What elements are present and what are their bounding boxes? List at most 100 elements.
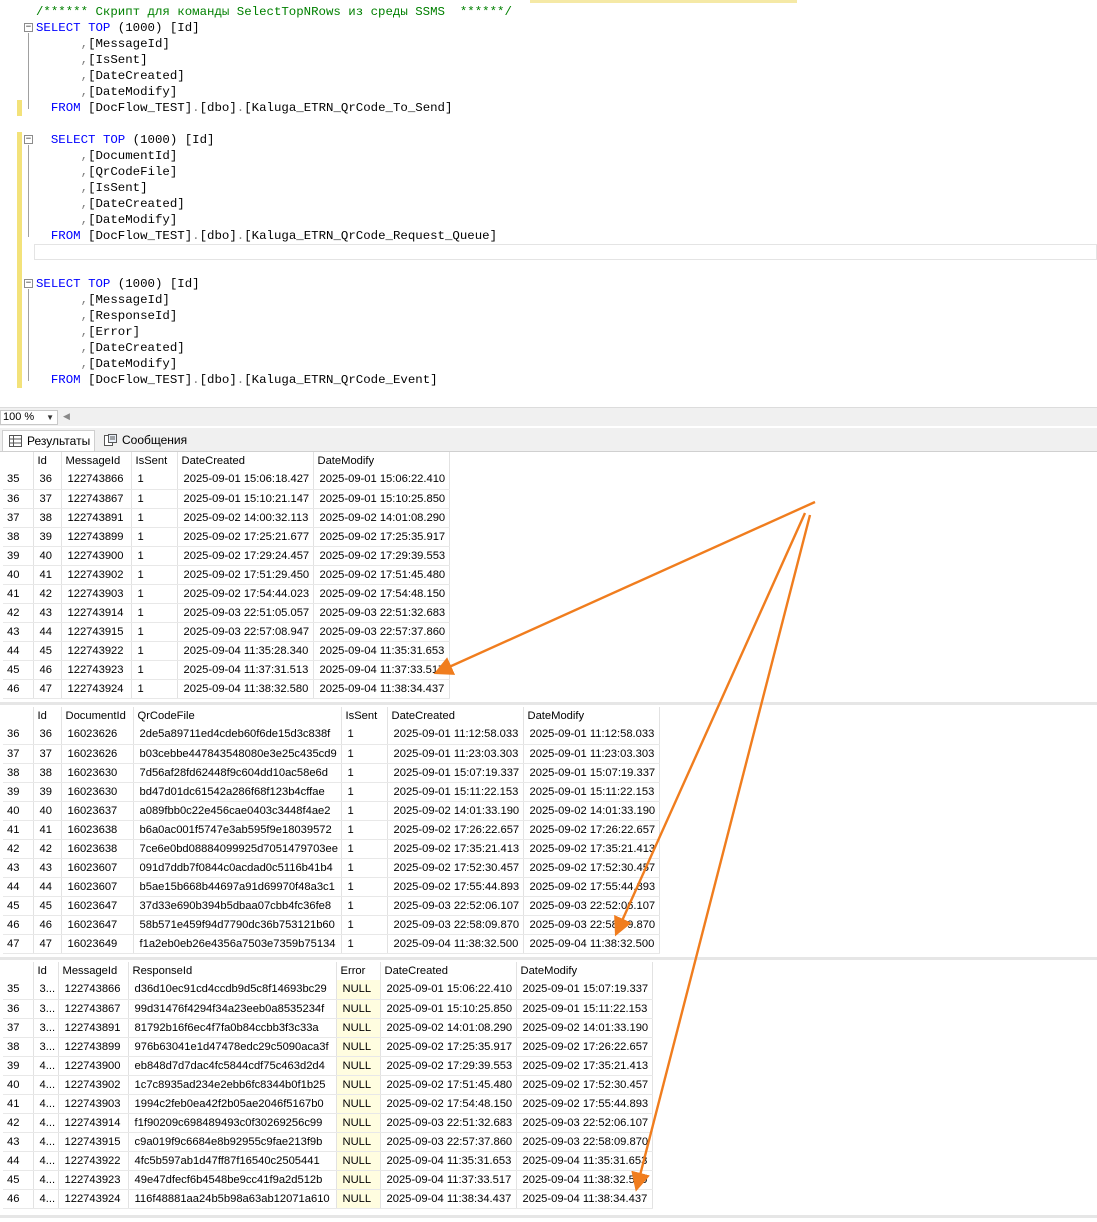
chevron-down-icon[interactable]: ▼ xyxy=(46,411,54,424)
grid-cell[interactable]: 1 xyxy=(341,763,388,783)
grid-cell[interactable]: 2025-09-01 15:11:22.153 xyxy=(523,782,660,802)
grid-cell[interactable]: 7ce6e0bd08884099925d7051479703ee xyxy=(133,839,342,859)
code-line[interactable]: ,[IsSent] xyxy=(36,180,148,196)
grid-cell[interactable]: NULL xyxy=(336,1094,381,1114)
grid-cell[interactable]: d36d10ec91cd4ccdb9d5c8f14693bc29 xyxy=(128,980,337,1000)
grid-cell[interactable]: 40 xyxy=(33,801,62,821)
grid-cell[interactable]: 16023626 xyxy=(61,725,134,745)
grid-cell[interactable]: 122743891 xyxy=(61,508,132,528)
grid-cell[interactable]: 1 xyxy=(341,915,388,935)
grid-cell[interactable]: 2025-09-02 17:51:45.480 xyxy=(313,565,450,585)
grid-cell[interactable]: 2025-09-01 15:07:19.337 xyxy=(516,980,653,1000)
column-header[interactable]: DateCreated xyxy=(177,452,314,470)
grid-cell[interactable]: 41 xyxy=(33,820,62,840)
row-number[interactable]: 39 xyxy=(3,782,34,802)
column-header[interactable]: MessageId xyxy=(61,452,132,470)
row-number[interactable]: 42 xyxy=(3,603,34,623)
grid-cell[interactable]: 2025-09-03 22:51:32.683 xyxy=(313,603,450,623)
column-header[interactable]: DateCreated xyxy=(387,707,524,725)
grid-cell[interactable]: 976b63041e1d47478edc29c5090aca3f xyxy=(128,1037,337,1057)
grid-cell[interactable]: 2025-09-02 17:25:35.917 xyxy=(313,527,450,547)
fold-toggle-icon[interactable]: − xyxy=(24,23,33,32)
grid-cell[interactable]: 1 xyxy=(131,622,178,642)
table-row[interactable]: 39 40 122743900 1 2025-09-02 17:29:24.457 202… xyxy=(3,546,450,566)
grid-cell[interactable]: 2025-09-02 17:35:21.413 xyxy=(387,839,524,859)
grid-cell[interactable]: f1a2eb0eb26e4356a7503e7359b75134 xyxy=(133,934,342,954)
grid-cell[interactable]: 1 xyxy=(341,877,388,897)
grid-cell[interactable]: 2025-09-01 15:07:19.337 xyxy=(387,763,524,783)
grid-cell[interactable]: 1994c2feb0ea42f2b05ae2046f5167b0 xyxy=(128,1094,337,1114)
grid-cell[interactable]: 122743899 xyxy=(61,527,132,547)
row-number[interactable]: 36 xyxy=(3,725,34,745)
grid-cell[interactable]: bd47d01dc61542a286f68f123b4cffae xyxy=(133,782,342,802)
row-number[interactable]: 43 xyxy=(3,1132,34,1152)
code-line[interactable]: ,[MessageId] xyxy=(36,36,170,52)
table-row[interactable]: 35 36 122743866 1 2025-09-01 15:06:18.427 202… xyxy=(3,470,450,490)
row-number[interactable]: 37 xyxy=(3,508,34,528)
grid-cell[interactable]: 2025-09-02 17:25:21.677 xyxy=(177,527,314,547)
row-number[interactable]: 39 xyxy=(3,546,34,566)
grid-cell[interactable]: 122743914 xyxy=(61,603,132,623)
grid-cell[interactable]: 2025-09-02 14:01:33.190 xyxy=(523,801,660,821)
grid-cell[interactable]: 2025-09-02 17:52:30.457 xyxy=(523,858,660,878)
grid-cell[interactable]: 116f48881aa24b5b98a63ab12071a610 xyxy=(128,1189,337,1209)
result-grid-2[interactable]: Id DocumentId QrCodeFile IsSent DateCreated D… xyxy=(3,707,660,954)
grid-cell[interactable]: 122743922 xyxy=(61,641,132,661)
code-line[interactable]: ,[DateModify] xyxy=(36,212,178,228)
result-grid-1[interactable]: Id MessageId IsSent DateCreated DateModify 3… xyxy=(3,452,450,699)
grid-cell[interactable]: 2025-09-03 22:57:37.860 xyxy=(313,622,450,642)
row-number[interactable]: 46 xyxy=(3,679,34,699)
code-line[interactable]: ,[QrCodeFile] xyxy=(36,164,178,180)
grid-cell[interactable]: 4... xyxy=(33,1113,59,1133)
grid-cell[interactable]: 1 xyxy=(131,489,178,509)
row-number[interactable]: 46 xyxy=(3,915,34,935)
zoom-select[interactable]: 100 % ▼ xyxy=(0,410,58,425)
grid-cell[interactable]: 2025-09-03 22:57:08.947 xyxy=(177,622,314,642)
table-row[interactable]: 47 47 16023649 f1a2eb0eb26e4356a7503e7359b7… xyxy=(3,934,660,954)
code-line[interactable]: ,[DateModify] xyxy=(36,84,178,100)
grid-cell[interactable]: 2025-09-02 17:54:48.150 xyxy=(313,584,450,604)
code-line[interactable]: FROM [DocFlow_TEST].[dbo].[Kaluga_ETRN_Q… xyxy=(36,228,497,244)
grid-cell[interactable]: 2025-09-01 11:23:03.303 xyxy=(523,744,660,764)
grid-cell[interactable]: NULL xyxy=(336,1132,381,1152)
table-row[interactable]: 41 41 16023638 b6a0ac001f5747e3ab595f9e1803… xyxy=(3,820,660,840)
grid-cell[interactable]: 2025-09-02 17:26:22.657 xyxy=(516,1037,653,1057)
row-number[interactable]: 38 xyxy=(3,763,34,783)
table-row[interactable]: 42 4... 122743914 f1f90209c698489493c0f3026… xyxy=(3,1113,653,1133)
row-number[interactable]: 41 xyxy=(3,820,34,840)
table-row[interactable]: 38 39 122743899 1 2025-09-02 17:25:21.677 202… xyxy=(3,527,450,547)
column-header[interactable]: DateCreated xyxy=(380,962,517,980)
code-line[interactable]: ,[ResponseId] xyxy=(36,308,178,324)
column-header[interactable]: IsSent xyxy=(131,452,178,470)
grid-cell[interactable]: 4... xyxy=(33,1056,59,1076)
grid-cell[interactable]: 2025-09-02 17:26:22.657 xyxy=(387,820,524,840)
row-number[interactable]: 38 xyxy=(3,527,34,547)
grid-cell[interactable]: 1 xyxy=(131,565,178,585)
grid-cell[interactable]: 2025-09-02 17:29:39.553 xyxy=(313,546,450,566)
grid-cell[interactable]: 2025-09-03 22:51:32.683 xyxy=(380,1113,517,1133)
table-row[interactable]: 46 4... 122743924 116f48881aa24b5b98a63ab12… xyxy=(3,1189,653,1209)
row-number[interactable]: 35 xyxy=(3,470,34,490)
grid-cell[interactable]: 16023647 xyxy=(61,915,134,935)
grid-cell[interactable]: 4fc5b597ab1d47ff87f16540c2505441 xyxy=(128,1151,337,1171)
table-row[interactable]: 39 4... 122743900 eb848d7d7dac4fc5844cdf75c… xyxy=(3,1056,653,1076)
grid-cell[interactable]: 2025-09-02 17:52:30.457 xyxy=(516,1075,653,1095)
table-row[interactable]: 42 42 16023638 7ce6e0bd08884099925d70514797… xyxy=(3,839,660,859)
grid-cell[interactable]: 2025-09-01 15:11:22.153 xyxy=(387,782,524,802)
grid-cell[interactable]: 1 xyxy=(341,820,388,840)
row-number[interactable]: 40 xyxy=(3,1075,34,1095)
grid-cell[interactable]: 2025-09-02 17:29:39.553 xyxy=(380,1056,517,1076)
code-line[interactable]: SELECT TOP (1000) [Id] xyxy=(36,132,215,148)
table-row[interactable]: 45 4... 122743923 49e47dfecf6b4548be9cc41f9… xyxy=(3,1170,653,1190)
grid-cell[interactable]: 2025-09-02 14:00:32.113 xyxy=(177,508,314,528)
row-number[interactable]: 36 xyxy=(3,999,34,1019)
fold-toggle-icon[interactable]: − xyxy=(24,279,33,288)
column-header[interactable] xyxy=(3,707,34,725)
row-number[interactable]: 40 xyxy=(3,565,34,585)
grid-cell[interactable]: 37 xyxy=(33,489,62,509)
grid-cell[interactable]: 2025-09-04 11:35:31.653 xyxy=(313,641,450,661)
table-row[interactable]: 41 42 122743903 1 2025-09-02 17:54:44.023 202… xyxy=(3,584,450,604)
grid-cell[interactable]: 2025-09-03 22:52:06.107 xyxy=(387,896,524,916)
grid-cell[interactable]: 2025-09-04 11:38:34.437 xyxy=(313,679,450,699)
grid-cell[interactable]: 47 xyxy=(33,934,62,954)
